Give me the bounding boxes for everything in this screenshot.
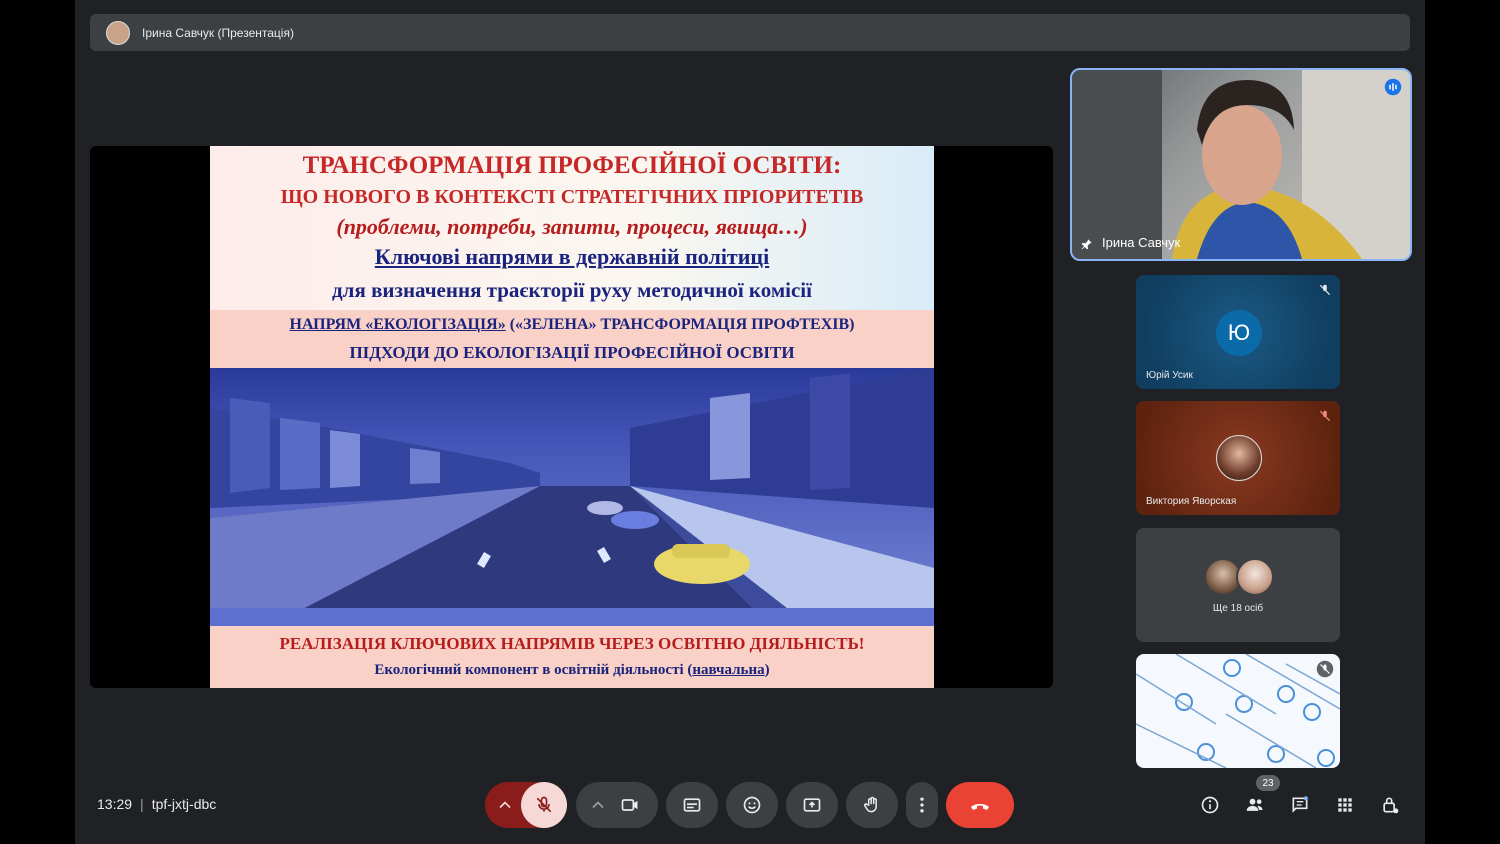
slide-street-image: [210, 368, 934, 626]
camera-toggle-button[interactable]: [620, 795, 642, 815]
more-vert-icon: [920, 797, 924, 813]
reactions-button[interactable]: [726, 782, 778, 828]
slide-subheading: для визначення траєкторії руху методично…: [332, 278, 812, 302]
more-options-button[interactable]: [906, 782, 938, 828]
raise-hand-button[interactable]: [846, 782, 898, 828]
leave-call-button[interactable]: [946, 782, 1014, 828]
people-icon: [1246, 798, 1263, 811]
participant-avatar: [1236, 558, 1274, 596]
pin-icon[interactable]: [1080, 237, 1094, 251]
slide-component-main: Екологічний компонент в освітній діяльно…: [374, 662, 693, 678]
participant-tile[interactable]: Виктория Яворская: [1136, 401, 1340, 515]
camera-options-button[interactable]: [588, 795, 608, 815]
shared-document-tile[interactable]: [1136, 654, 1340, 768]
slide-title-line3: (проблеми, потреби, запити, процеси, яви…: [336, 214, 808, 239]
chat-button[interactable]: [1287, 792, 1313, 818]
camera-control-group: [576, 782, 658, 828]
slide-direction: НАПРЯМ «ЕКОЛОГІЗАЦІЯ» («ЗЕЛЕНА» ТРАНСФОР…: [210, 316, 934, 334]
more-participants-label: Ще 18 осіб: [1212, 603, 1264, 614]
host-controls-button[interactable]: [1377, 792, 1403, 818]
lock-icon: [1383, 797, 1399, 814]
self-view-tile[interactable]: Ірина Савчук: [1070, 68, 1412, 261]
mic-off-icon: [536, 796, 552, 813]
end-call-icon: [971, 804, 989, 810]
slide-realization: РЕАЛІЗАЦІЯ КЛЮЧОВИХ НАПРЯМІВ ЧЕРЕЗ ОСВІТ…: [279, 634, 865, 653]
participant-initial-avatar: Ю: [1216, 310, 1262, 356]
people-button[interactable]: [1242, 792, 1268, 818]
slide-direction-rest: («ЗЕЛЕНА» ТРАНСФОРМАЦІЯ ПРОФТЕХІВ): [505, 316, 855, 333]
mic-off-icon: [1319, 410, 1331, 422]
presenter-avatar: [106, 20, 130, 45]
mic-options-button[interactable]: [495, 795, 515, 815]
slide-title-line1: ТРАНСФОРМАЦІЯ ПРОФЕСІЙНОЇ ОСВІТИ:: [302, 152, 842, 179]
presenter-label: Ірина Савчук (Презентація): [142, 25, 294, 40]
slide-title-line2: ЩО НОВОГО В КОНТЕКСТІ СТРАТЕГІЧНИХ ПРІОР…: [280, 186, 864, 208]
control-bar: 13:29 | tpf-jxtj-dbc 23: [75, 772, 1425, 844]
more-participants-tile[interactable]: Ще 18 осіб: [1136, 528, 1340, 642]
mic-off-icon: [1319, 284, 1331, 296]
mic-toggle-button[interactable]: [521, 782, 567, 828]
street-illustration: [210, 368, 934, 626]
slide-component-link[interactable]: навчальна: [692, 662, 764, 678]
participant-name: Юрій Усик: [1146, 370, 1193, 381]
hand-icon: [863, 796, 877, 813]
info-icon: [1201, 796, 1219, 814]
emoji-icon: [743, 796, 761, 814]
slide-component: Екологічний компонент в освітній діяльно…: [210, 662, 934, 679]
speaking-indicator-icon: [1384, 78, 1402, 96]
self-view-name: Ірина Савчук: [1102, 235, 1181, 250]
separator: |: [140, 796, 144, 812]
chevron-up-icon: [592, 801, 604, 809]
camera-icon: [621, 799, 638, 811]
participant-name: Виктория Яворская: [1146, 496, 1237, 507]
slide-heading: Ключові напрями в державній політиці: [374, 244, 770, 269]
slide-component-end: ): [764, 662, 770, 678]
activities-button[interactable]: [1332, 792, 1358, 818]
meeting-code: tpf-jxtj-dbc: [151, 796, 217, 812]
presenter-bar: Ірина Савчук (Презентація): [90, 14, 1410, 51]
meeting-info: 13:29 | tpf-jxtj-dbc: [97, 796, 216, 812]
captions-icon: [683, 798, 701, 812]
mic-control-group: [485, 782, 567, 828]
chevron-up-icon: [499, 801, 511, 809]
presentation-slide: ТРАНСФОРМАЦІЯ ПРОФЕСІЙНОЇ ОСВІТИ: ЩО НОВ…: [210, 146, 934, 688]
present-icon: [803, 798, 821, 812]
participant-avatar: [1216, 435, 1262, 481]
apps-icon: [1338, 798, 1352, 812]
people-count-badge: 23: [1256, 775, 1280, 791]
current-time: 13:29: [97, 796, 133, 812]
present-button[interactable]: [786, 782, 838, 828]
participant-tile[interactable]: Ю Юрій Усик: [1136, 275, 1340, 389]
self-view-video: [1072, 70, 1410, 259]
document-pattern: [1136, 654, 1340, 768]
captions-button[interactable]: [666, 782, 718, 828]
chat-icon: [1292, 796, 1308, 813]
meeting-details-button[interactable]: [1197, 792, 1223, 818]
mic-off-icon: [1316, 660, 1334, 678]
slide-approaches: ПІДХОДИ ДО ЕКОЛОГІЗАЦІЇ ПРОФЕСІЙНОЇ ОСВІ…: [349, 343, 795, 362]
meet-app: Ірина Савчук (Презентація) ТРАНСФОРМАЦІЯ…: [75, 0, 1425, 844]
slide-direction-main: НАПРЯМ «ЕКОЛОГІЗАЦІЯ»: [289, 316, 506, 333]
